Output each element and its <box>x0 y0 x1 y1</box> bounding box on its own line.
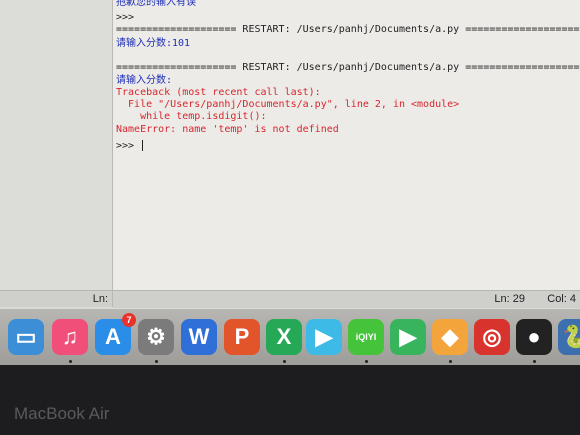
shell-line: File "/Users/panhj/Documents/a.py", line… <box>116 99 460 110</box>
dock: ▭ ♫ A 7 ⚙ W P X ▶ iQIYI ▶ ◆ ◎ ● 🐍 <box>0 309 580 365</box>
shell-line: ==================== RESTART: /Users/pan… <box>116 62 580 73</box>
shell-line: 请输入分数:101 <box>116 38 191 49</box>
text-cursor <box>142 140 144 151</box>
running-indicator <box>365 360 368 363</box>
itunes-icon[interactable]: ♫ <box>52 319 88 355</box>
wps-writer-icon[interactable]: W <box>181 319 217 355</box>
shell-line: 抱歉您的输入有误 <box>116 0 196 8</box>
shell-line: NameError: name 'temp' is not defined <box>116 124 339 135</box>
shell-line: >>> <box>116 140 144 153</box>
presentation-icon[interactable]: ▭ <box>8 319 44 355</box>
laptop-bezel <box>0 365 580 435</box>
wps-presentation-icon[interactable]: P <box>224 319 260 355</box>
editor-line-indicator: Ln: <box>92 293 108 305</box>
netease-music-icon[interactable]: ◎ <box>474 319 510 355</box>
running-indicator <box>449 360 452 363</box>
wps-spreadsheet-icon[interactable]: X <box>266 319 302 355</box>
cube-app-icon[interactable]: ◆ <box>432 319 468 355</box>
qq-penguin-icon[interactable]: ● <box>516 319 552 355</box>
shell-line: Traceback (most recent call last): <box>116 87 321 98</box>
running-indicator <box>69 360 72 363</box>
screen: Ln: 抱歉您的输入有误 >>> ==================== RES… <box>0 0 580 365</box>
python-icon[interactable]: 🐍 <box>558 319 580 355</box>
shell-line: while temp.isdigit(): <box>116 111 267 122</box>
python-shell[interactable]: 抱歉您的输入有误 >>> ==================== RESTART… <box>113 0 580 290</box>
shell-status-bar: Ln: 29 Col: 4 <box>113 290 580 308</box>
app-store-icon[interactable]: A7 <box>95 313 136 355</box>
app-store-badge: 7 <box>122 313 136 327</box>
editor-window: Ln: <box>0 0 113 307</box>
video-play-icon[interactable]: ▶ <box>390 319 426 355</box>
laptop-brand: MacBook Air <box>14 404 110 423</box>
column-number: Col: 4 <box>547 293 576 305</box>
shell-line: >>> <box>116 12 141 23</box>
shell-line: ==================== RESTART: /Users/pan… <box>116 24 580 35</box>
editor-status-bar: Ln: <box>0 290 112 307</box>
shell-line: 请输入分数: <box>116 75 173 86</box>
running-indicator <box>155 360 158 363</box>
system-preferences-icon[interactable]: ⚙ <box>138 319 174 355</box>
line-number: Ln: 29 <box>494 293 525 305</box>
running-indicator <box>533 360 536 363</box>
media-player-icon[interactable]: ▶ <box>306 319 342 355</box>
running-indicator <box>283 360 286 363</box>
iqiyi-icon[interactable]: iQIYI <box>348 319 384 355</box>
